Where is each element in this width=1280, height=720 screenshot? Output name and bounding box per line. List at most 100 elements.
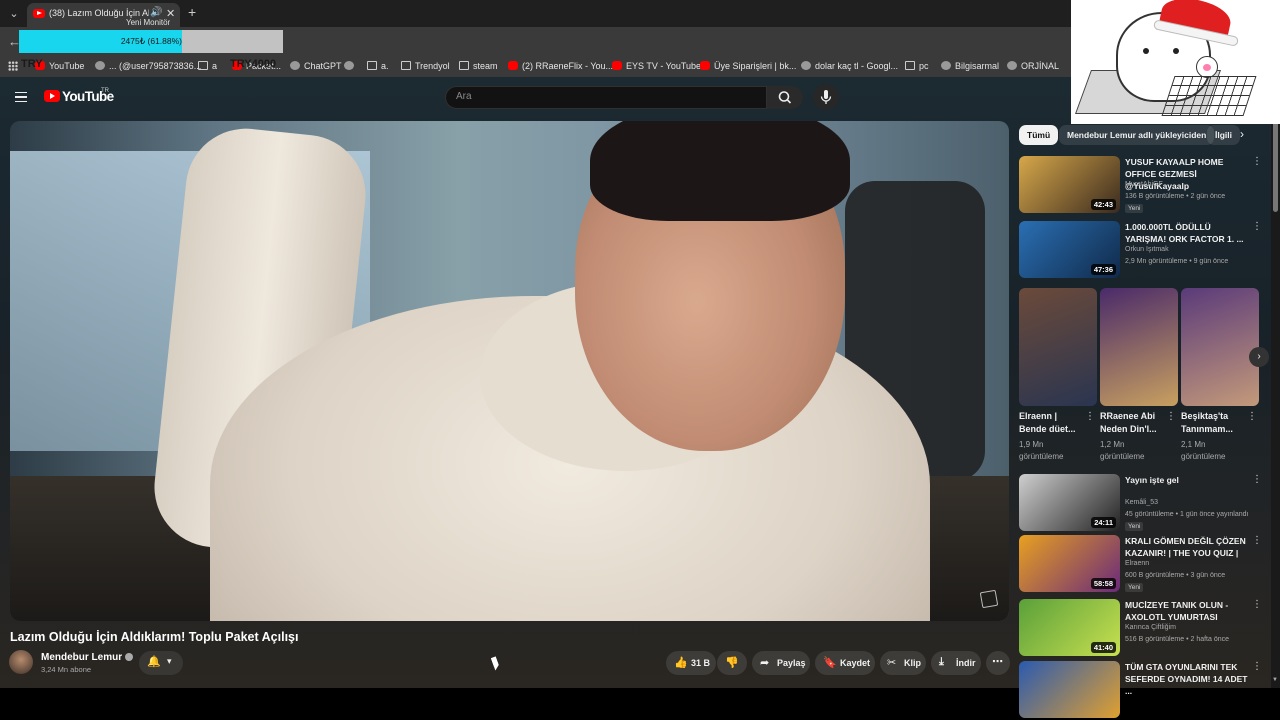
bookmark-label: ChatGPT (304, 61, 342, 71)
plus-icon[interactable]: + (188, 5, 196, 19)
search-box[interactable] (445, 86, 767, 109)
short-video[interactable]: RRaenee Abi Neden Din'l... 1,2 Mn görüntü… (1100, 288, 1178, 468)
voice-search-button[interactable] (813, 84, 839, 110)
bookmark-item[interactable]: Üye Siparişleri | bk... (700, 61, 796, 71)
channel-avatar[interactable] (9, 650, 33, 674)
like-button[interactable]: 👍 31 B (666, 651, 716, 675)
channel-name[interactable]: Elraenn (1125, 560, 1149, 567)
bookmark-item[interactable]: dolar kaç tl - Googl... (801, 61, 898, 71)
more-vertical-icon[interactable]: ⋮ (1085, 411, 1095, 422)
bookmark-item[interactable]: EYS TV - YouTube (612, 61, 701, 71)
recommended-video[interactable]: 41:40 MUCİZEYE TANIK OLUN - AXOLOTL YUMUR… (1019, 599, 1262, 657)
video-frame-hair (590, 121, 850, 221)
download-button[interactable]: ⤓ İndir (931, 651, 981, 675)
bookmark-item[interactable]: (2) RRaeneFlix - You... (508, 61, 613, 71)
apps-grid-icon[interactable] (8, 61, 18, 73)
youtube-logo-icon[interactable] (44, 90, 60, 102)
bookmark-item[interactable]: a (198, 61, 217, 71)
scrollbar-thumb[interactable] (1273, 117, 1278, 212)
short-title[interactable]: Beşiktaş'ta Tanınmam... (1181, 410, 1243, 436)
video-thumbnail[interactable] (1019, 661, 1120, 718)
short-title[interactable]: Elraenn | Bende düet... (1019, 410, 1081, 436)
bookmark-item[interactable]: pc (905, 61, 929, 71)
scroll-down-icon[interactable]: ▼ (1272, 677, 1278, 683)
share-button[interactable]: ➦ Paylaş (752, 651, 810, 675)
video-duration: 24:11 (1091, 517, 1116, 528)
bookmark-item[interactable] (344, 61, 358, 71)
more-vertical-icon[interactable]: ⋮ (1166, 411, 1176, 422)
short-title[interactable]: RRaenee Abi Neden Din'l... (1100, 410, 1162, 436)
recommended-video[interactable]: 47:36 1.000.000TL ÖDÜLLÜ YARIŞMA! ORK FAC… (1019, 221, 1262, 279)
bookmark-label: (2) RRaeneFlix - You... (522, 61, 614, 71)
bookmark-label: a (212, 61, 218, 71)
save-button[interactable]: 🔖 Kaydet (815, 651, 875, 675)
short-thumbnail[interactable] (1019, 288, 1097, 406)
search-button[interactable] (767, 86, 803, 109)
video-thumbnail[interactable]: 42:43 (1019, 156, 1120, 213)
bookmark-item[interactable]: Trendyol (401, 61, 450, 71)
chip-uploader[interactable]: Mendebur Lemur adlı yükleyiciden (1059, 125, 1215, 145)
channel-name[interactable]: MuratAbiGF (1125, 181, 1163, 188)
channel-name[interactable]: Orkun Işıtmak (1125, 246, 1169, 253)
channel-watermark-icon[interactable] (979, 589, 999, 609)
tab-search-chevron-icon[interactable]: ⌄ (4, 4, 24, 24)
bookmark-label: Bilgisarmal (955, 61, 1000, 71)
more-vertical-icon[interactable]: ⋮ (1252, 535, 1262, 546)
channel-name-text[interactable]: Mendebur Lemur (41, 652, 122, 663)
recommended-video[interactable]: TÜM GTA OYUNLARINI TEK SEFERDE OYNADIM! … (1019, 661, 1262, 719)
share-label: Paylaş (777, 658, 806, 668)
video-thumbnail[interactable]: 24:11 (1019, 474, 1120, 531)
more-vertical-icon[interactable]: ⋮ (1252, 661, 1262, 672)
more-vertical-icon[interactable]: ⋮ (1252, 599, 1262, 610)
short-thumbnail[interactable] (1181, 288, 1259, 406)
folder-icon (459, 61, 469, 70)
short-video[interactable]: Beşiktaş'ta Tanınmam... 2,1 Mn görüntülem… (1181, 288, 1259, 468)
channel-name[interactable]: Karınca Çiftliğim (1125, 624, 1176, 631)
bookmark-item[interactable]: ... (@user795873836... (95, 61, 201, 71)
tab-title: (38) Lazım Olduğu İçin Aldıklarım! Toplu… (49, 8, 149, 18)
overlay-try-right: TRY4000 (230, 58, 277, 70)
recommended-video[interactable]: 24:11 Yayın işte gel Kemâli_53 45 görüntüle… (1019, 474, 1262, 532)
clip-button[interactable]: ✂ Klip (880, 651, 926, 675)
page-scrollbar[interactable]: ▲ ▼ (1271, 77, 1280, 688)
bookmark-item[interactable]: steam (459, 61, 498, 71)
chips-next-arrow-icon[interactable]: › (1240, 127, 1244, 141)
more-vertical-icon[interactable]: ⋮ (1252, 221, 1262, 232)
video-title[interactable]: KRALI GÖMEN DEĞİL ÇÖZEN KAZANIR! | THE Y… (1125, 535, 1249, 559)
video-title[interactable]: MUCİZEYE TANIK OLUN - AXOLOTL YUMURTASI (1125, 599, 1249, 623)
search-input[interactable] (456, 91, 756, 102)
video-thumbnail[interactable]: 41:40 (1019, 599, 1120, 656)
more-vertical-icon[interactable]: ⋮ (1247, 411, 1257, 422)
more-vertical-icon[interactable]: ⋮ (1252, 156, 1262, 167)
speaker-icon[interactable]: 🔊 (150, 7, 162, 18)
subscribed-bell-button[interactable]: 🔔 ▾ (139, 651, 183, 675)
chip-related[interactable]: İlgili (1207, 125, 1240, 145)
recommended-video[interactable]: 58:58 KRALI GÖMEN DEĞİL ÇÖZEN KAZANIR! | … (1019, 535, 1262, 593)
search-icon (778, 91, 792, 104)
channel-name[interactable]: Kemâli_53 (1125, 499, 1158, 506)
channel-name[interactable]: Mendebur Lemur (41, 652, 134, 663)
bookmark-item[interactable]: Bilgisarmal (941, 61, 999, 71)
video-player[interactable] (10, 121, 1009, 621)
chip-all[interactable]: Tümü (1019, 125, 1059, 145)
more-actions-button[interactable]: ⋯ (986, 651, 1010, 675)
video-title[interactable]: TÜM GTA OYUNLARINI TEK SEFERDE OYNADIM! … (1125, 661, 1249, 697)
video-title[interactable]: Yayın işte gel (1125, 474, 1249, 486)
hamburger-menu-icon[interactable] (15, 92, 27, 102)
video-metadata: 136 B görüntüleme • 2 gün önce (1125, 193, 1226, 200)
dislike-button[interactable]: 👎 (717, 651, 747, 675)
video-title[interactable]: 1.000.000TL ÖDÜLLÜ YARIŞMA! ORK FACTOR 1… (1125, 221, 1249, 245)
sticker-cat-paw (1196, 56, 1218, 78)
bookmark-item[interactable]: ORJİNAL (1007, 61, 1059, 71)
video-metadata: 600 B görüntüleme • 3 gün önce (1125, 572, 1226, 579)
short-thumbnail[interactable] (1100, 288, 1178, 406)
bookmark-item[interactable]: ChatGPT (290, 61, 342, 71)
more-vertical-icon[interactable]: ⋮ (1252, 474, 1262, 485)
video-thumbnail[interactable]: 47:36 (1019, 221, 1120, 278)
microphone-icon (820, 90, 832, 104)
recommended-video[interactable]: 42:43 YUSUF KAYAALP HOME OFFICE GEZMESİ @… (1019, 156, 1262, 214)
short-video[interactable]: Elraenn | Bende düet... 1,9 Mn görüntülem… (1019, 288, 1097, 468)
bookmark-item[interactable]: a. (367, 61, 389, 71)
shorts-next-arrow-icon[interactable]: › (1249, 347, 1269, 367)
video-thumbnail[interactable]: 58:58 (1019, 535, 1120, 592)
